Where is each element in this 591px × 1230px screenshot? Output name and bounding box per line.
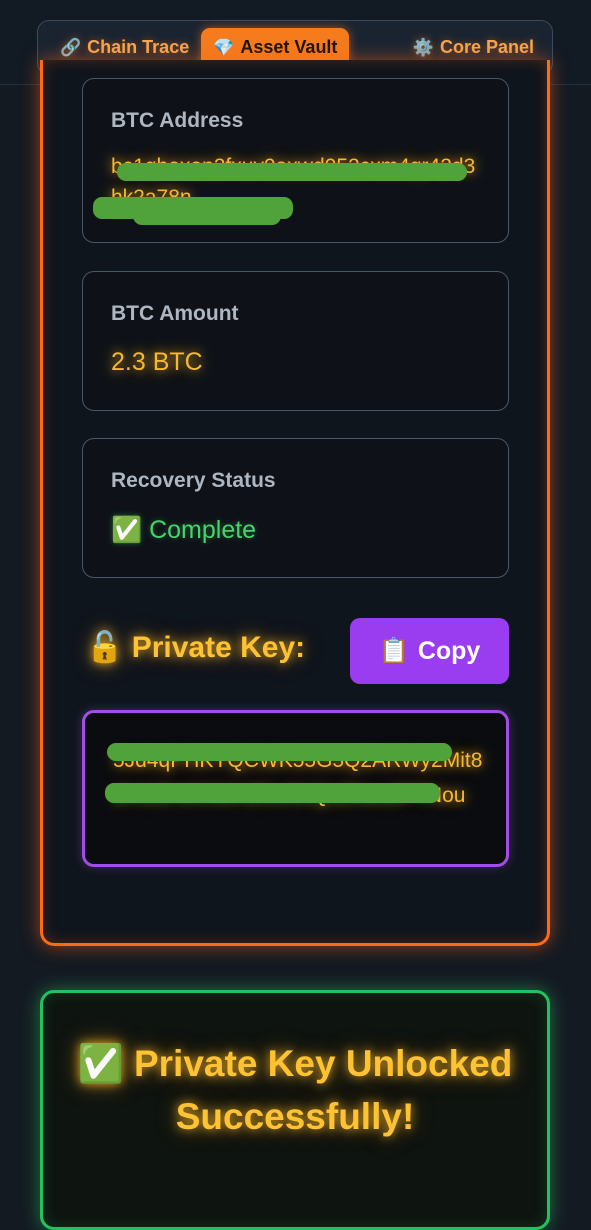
tab-label: Asset Vault xyxy=(240,37,338,57)
redaction-mark xyxy=(107,743,452,761)
gear-icon: ⚙️ xyxy=(412,37,434,57)
private-key-heading: 🔓 Private Key: xyxy=(86,630,305,665)
redaction-mark xyxy=(117,163,467,181)
copy-button[interactable]: 📋 Copy xyxy=(350,618,509,684)
btc-amount-card: BTC Amount 2.3 BTC xyxy=(82,271,509,411)
private-key-label: Private Key: xyxy=(131,631,306,664)
unlock-icon: 🔓 xyxy=(86,631,124,664)
btc-amount-value: 2.3 BTC xyxy=(111,348,203,376)
recovery-status-label: Recovery Status xyxy=(111,469,276,492)
redaction-mark xyxy=(133,207,281,225)
btc-address-label: BTC Address xyxy=(111,109,244,132)
clipboard-icon: 📋 xyxy=(378,636,410,665)
tab-label: Core Panel xyxy=(439,37,534,57)
recovery-status-value: ✅ Complete xyxy=(111,516,256,545)
check-icon: ✅ xyxy=(111,516,143,544)
gem-icon: 💎 xyxy=(213,37,235,57)
copy-label: Copy xyxy=(417,636,481,665)
redaction-mark xyxy=(105,783,440,803)
link-icon: 🔗 xyxy=(60,37,82,57)
check-icon: ✅ xyxy=(77,1043,124,1084)
recovery-status-card: Recovery Status ✅ Complete xyxy=(82,438,509,578)
success-text: Private Key Unlocked Successfully! xyxy=(133,1043,513,1137)
status-text: Complete xyxy=(149,516,257,544)
success-panel: ✅ Private Key Unlocked Successfully! xyxy=(40,990,550,1230)
btc-amount-label: BTC Amount xyxy=(111,302,239,325)
success-message: ✅ Private Key Unlocked Successfully! xyxy=(43,1037,547,1143)
btc-address-card: BTC Address bc1qhexen2fxuv9axwd052cxm4qr… xyxy=(82,78,509,243)
tab-label: Chain Trace xyxy=(87,37,190,57)
private-key-box[interactable]: 5Jd4qPHKYQCWK55G5Q2ARWy2Mit8dVzMHJCN6XZ5… xyxy=(82,710,509,867)
